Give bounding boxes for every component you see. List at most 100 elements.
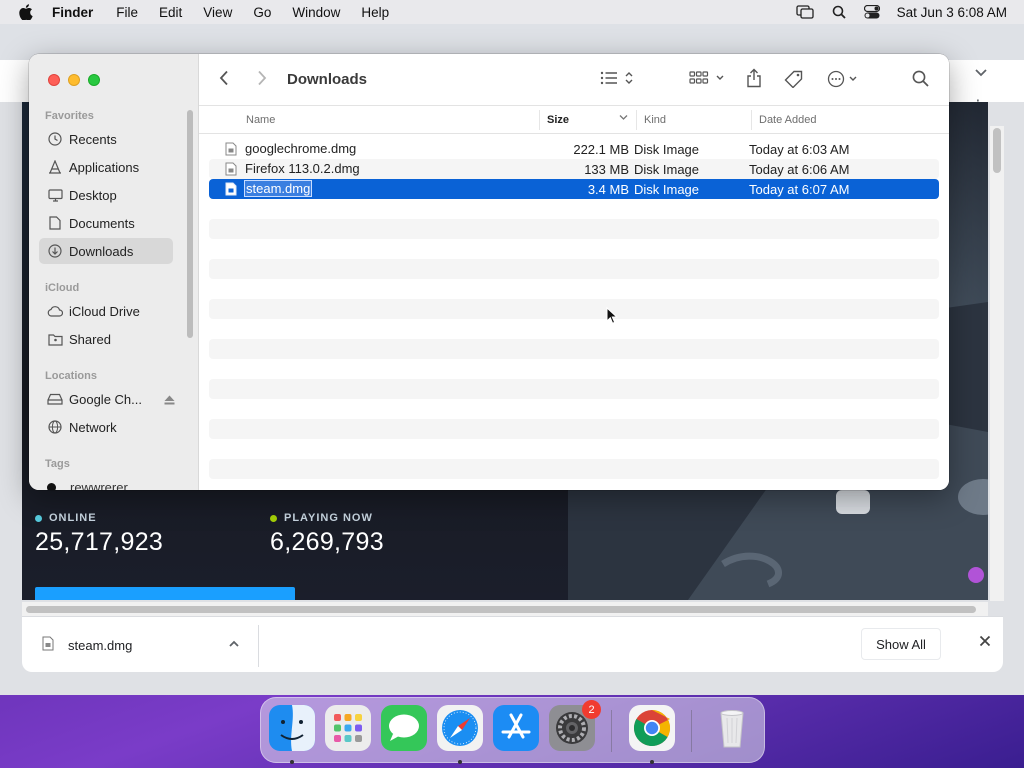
column-kind-header[interactable]: Kind [644, 114, 666, 126]
empty-row [209, 439, 939, 459]
dock-finder-icon[interactable] [269, 705, 315, 764]
dock-launchpad-icon[interactable] [325, 705, 371, 751]
spotlight-search-icon[interactable] [832, 5, 846, 19]
sidebar-item-label: Applications [69, 159, 140, 175]
sidebar-item-recents[interactable]: Recents [39, 126, 173, 152]
more-actions-icon[interactable] [827, 70, 861, 88]
close-shelf-icon[interactable] [979, 635, 991, 650]
sidebar-item-downloads[interactable]: Downloads [39, 238, 173, 264]
online-count: 25,717,923 [35, 528, 164, 556]
shared-folder-icon [47, 331, 63, 347]
dock-google-chrome-icon[interactable] [629, 705, 675, 764]
empty-row [209, 399, 939, 419]
sidebar-item-shared[interactable]: Shared [39, 326, 173, 352]
column-name-header[interactable]: Name [246, 114, 275, 126]
menu-view[interactable]: View [203, 5, 232, 20]
dock-safari-icon[interactable] [437, 705, 483, 764]
menu-bar: Finder File Edit View Go Window Help Sat… [0, 0, 1024, 24]
sidebar-item-documents[interactable]: Documents [39, 210, 173, 236]
dock-trash-icon[interactable] [709, 705, 755, 751]
file-size: 222.1 MB [573, 142, 629, 157]
sidebar-item-label: iCloud Drive [69, 303, 140, 319]
tag-color-dot [47, 483, 56, 490]
column-separator[interactable] [539, 110, 540, 130]
column-separator[interactable] [636, 110, 637, 130]
steam-install-button[interactable] [35, 587, 295, 600]
back-icon[interactable] [219, 70, 229, 86]
globe-icon [47, 419, 63, 435]
empty-row [209, 419, 939, 439]
file-row[interactable]: Firefox 113.0.2.dmg 133 MB Disk Image To… [209, 159, 939, 179]
sidebar-scrollbar[interactable] [187, 110, 193, 338]
sidebar-item-applications[interactable]: Applications [39, 154, 173, 180]
menu-app-name[interactable]: Finder [52, 5, 93, 20]
tab-search-chevron-icon[interactable] [974, 66, 988, 81]
dock-system-settings-icon[interactable]: 2 [549, 700, 601, 751]
sidebar-item-label: Google Ch... [69, 391, 142, 407]
file-row-selected[interactable]: steam.dmg 3.4 MB Disk Image Today at 6:0… [209, 179, 939, 199]
empty-row [209, 259, 939, 279]
cloud-icon [47, 303, 63, 319]
eject-icon[interactable] [164, 393, 175, 408]
minimize-window-button[interactable] [68, 74, 80, 86]
close-window-button[interactable] [48, 74, 60, 86]
search-icon[interactable] [912, 70, 929, 87]
empty-row [209, 239, 939, 259]
forward-icon[interactable] [257, 70, 267, 86]
column-size-header[interactable]: Size [547, 114, 569, 126]
page-horizontal-scrollbar[interactable] [22, 602, 988, 616]
apple-menu-icon[interactable] [19, 4, 35, 20]
menu-help[interactable]: Help [361, 5, 389, 20]
tag-icon[interactable] [784, 70, 804, 88]
dock-app-store-icon[interactable] [493, 705, 539, 751]
menu-clock[interactable]: Sat Jun 3 6:08 AM [897, 5, 1007, 20]
menu-window[interactable]: Window [292, 5, 340, 20]
zoom-window-button[interactable] [88, 74, 100, 86]
dmg-file-icon [225, 162, 237, 176]
group-by-icon[interactable] [689, 70, 727, 86]
playing-label: PLAYING NOW [284, 512, 373, 524]
running-indicator [650, 760, 654, 764]
file-row[interactable]: googlechrome.dmg 222.1 MB Disk Image Tod… [209, 139, 939, 159]
menu-file[interactable]: File [116, 5, 138, 20]
sidebar-section-icloud: iCloud [45, 282, 80, 294]
file-kind: Disk Image [634, 142, 700, 157]
sidebar-item-label: Network [69, 419, 117, 435]
column-separator[interactable] [751, 110, 752, 130]
finder-toolbar: Downloads [199, 54, 949, 106]
screen-mirroring-icon[interactable] [796, 5, 814, 19]
empty-row [209, 279, 939, 299]
vertical-scrollbar-thumb[interactable] [993, 128, 1001, 173]
control-center-icon[interactable] [863, 5, 880, 19]
sidebar-tag-item[interactable]: rewwrerer [47, 480, 128, 490]
download-file-name: steam.dmg [68, 637, 133, 653]
list-view-icon[interactable] [600, 70, 638, 86]
sidebar-item-desktop[interactable]: Desktop [39, 182, 173, 208]
sidebar-item-icloud-drive[interactable]: iCloud Drive [39, 298, 173, 324]
sidebar-item-network[interactable]: Network [39, 414, 173, 440]
column-headers: Name Size Kind Date Added [199, 106, 949, 134]
menu-edit[interactable]: Edit [159, 5, 182, 20]
sidebar-item-google-chrome-volume[interactable]: Google Ch... [39, 386, 175, 412]
file-date-added: Today at 6:06 AM [749, 162, 850, 177]
column-date-added-header[interactable]: Date Added [759, 114, 817, 126]
running-indicator [290, 760, 294, 764]
desktop-icon [47, 187, 63, 203]
file-size: 3.4 MB [587, 182, 629, 197]
page-vertical-scrollbar[interactable] [990, 126, 1004, 601]
show-all-button[interactable]: Show All [861, 628, 941, 660]
dock-messages-icon[interactable] [381, 705, 427, 751]
horizontal-scrollbar-thumb[interactable] [26, 606, 976, 613]
file-name: googlechrome.dmg [245, 141, 357, 156]
download-item[interactable]: steam.dmg [42, 617, 132, 673]
download-options-chevron-icon[interactable] [228, 637, 240, 652]
empty-row [209, 479, 939, 490]
window-title: Downloads [287, 71, 368, 88]
finder-window: Favorites Recents Applications Desktop D… [29, 54, 949, 490]
share-icon[interactable] [746, 68, 762, 88]
sort-chevron-icon[interactable] [619, 113, 628, 125]
file-name-rename-field[interactable]: steam.dmg [243, 180, 313, 197]
menu-go[interactable]: Go [253, 5, 271, 20]
dock-separator [691, 710, 692, 752]
sidebar-section-locations: Locations [45, 370, 97, 382]
